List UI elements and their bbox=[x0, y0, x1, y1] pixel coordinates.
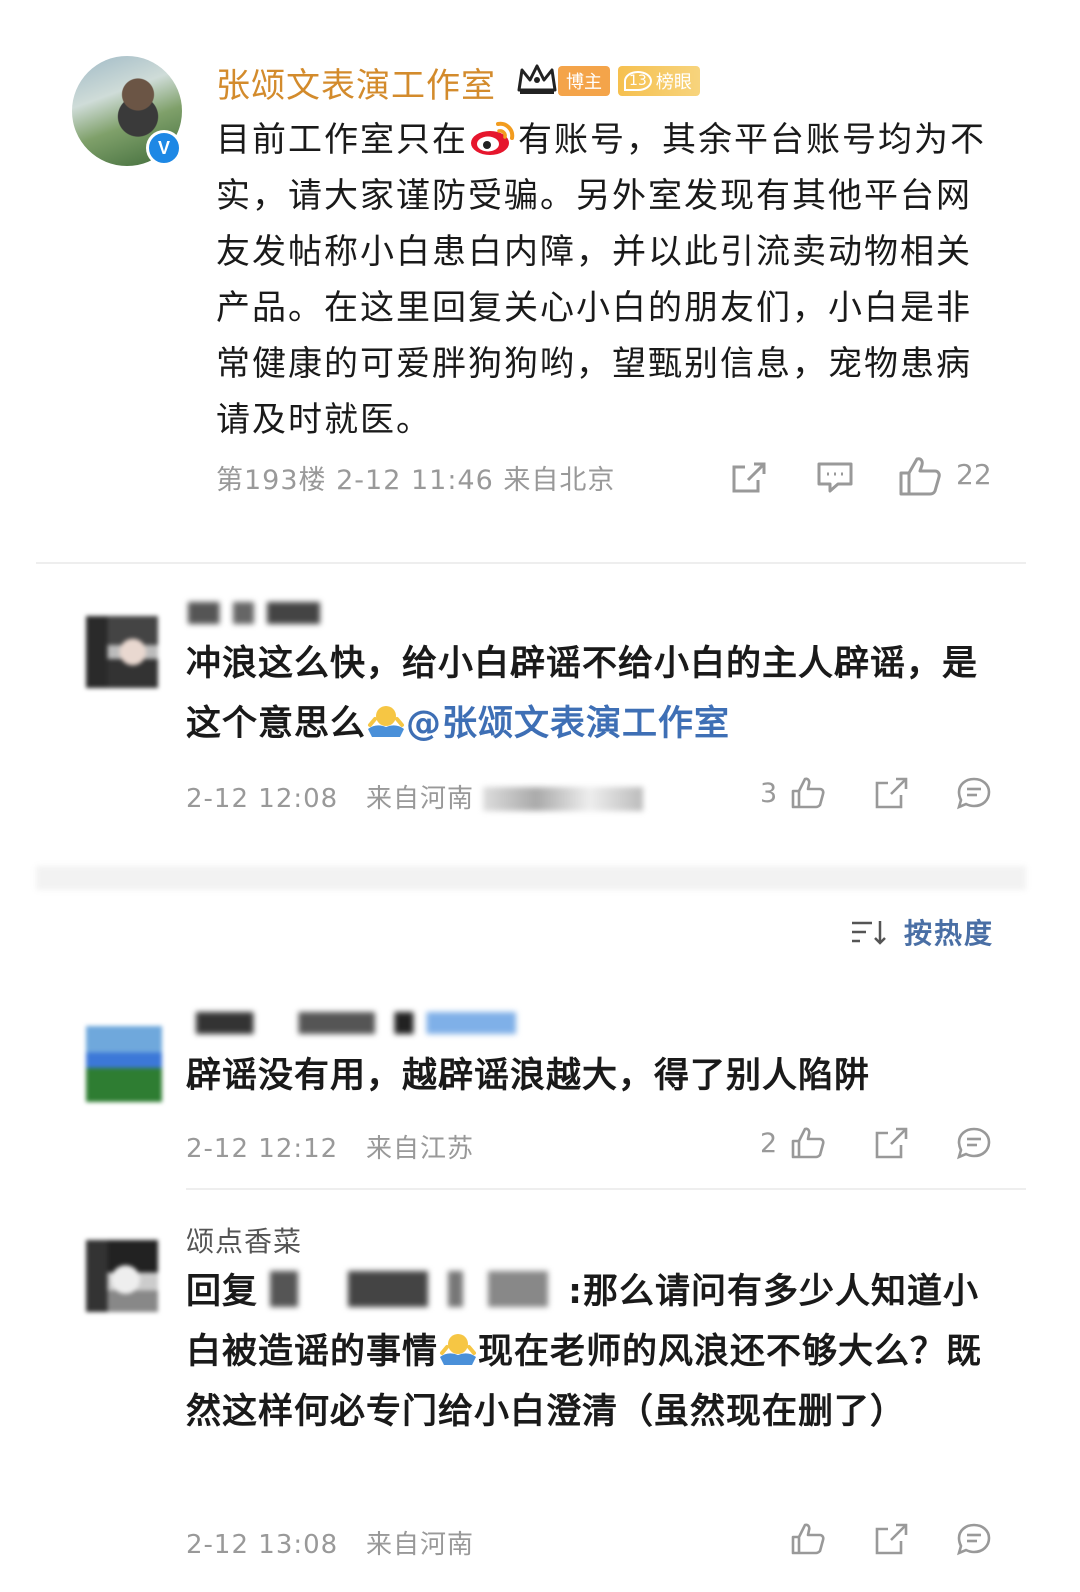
reply-text: 冲浪这么快，给小白辟谣不给小白的主人辟谣，是这个意思么 @张颂文表演工作室 bbox=[186, 634, 1006, 754]
comment-username-blurred[interactable] bbox=[196, 1012, 516, 1034]
share-icon[interactable] bbox=[730, 460, 768, 494]
comment-icon[interactable] bbox=[816, 460, 854, 494]
comment-meta: 2-12 12:12 来自江苏 bbox=[186, 1128, 474, 1165]
comment-text: 辟谣没有用，越辟谣浪越大，得了别人陷阱 bbox=[186, 1056, 871, 1096]
verified-badge-icon: V bbox=[146, 130, 182, 166]
comment-icon[interactable] bbox=[956, 776, 992, 810]
rank-number: 13 bbox=[624, 71, 652, 91]
post-text-part1: 目前工作室只在 bbox=[216, 120, 468, 160]
comment-username[interactable]: 颂点香菜 bbox=[186, 1220, 302, 1260]
like-icon[interactable] bbox=[790, 1126, 826, 1160]
rank-label: 榜眼 bbox=[655, 72, 692, 93]
comment-location: 来自江苏 bbox=[366, 1134, 475, 1164]
share-icon[interactable] bbox=[874, 1126, 910, 1160]
reply-avatar[interactable] bbox=[86, 616, 158, 688]
weibo-logo bbox=[471, 121, 515, 155]
comment-icon[interactable] bbox=[956, 1522, 992, 1556]
post-body: 目前工作室只在 有账号，其余平台账号均为不实，请大家谨防受骗。另外室发现有其他平… bbox=[216, 112, 1006, 448]
post-text-part2: 有账号，其余平台账号均为不实，请大家谨防受骗。另外室发现有其他平台网友发帖称小白… bbox=[216, 120, 986, 440]
shrug-emoji bbox=[440, 1334, 477, 1365]
comment-icon[interactable] bbox=[956, 1126, 992, 1160]
post-author-name[interactable]: 张颂文表演工作室 bbox=[216, 58, 496, 107]
divider bbox=[186, 1188, 1026, 1190]
comment-meta: 2-12 13:08 来自河南 bbox=[186, 1524, 474, 1561]
blurred-reply-target bbox=[258, 1271, 569, 1307]
comment-like-count: 2 bbox=[760, 1128, 778, 1159]
like-icon[interactable] bbox=[790, 776, 826, 810]
share-icon[interactable] bbox=[874, 776, 910, 810]
comment-text: 回复:那么请问有多少人知道小白被造谣的事情 现在老师的风浪还不够大么？既然这样何… bbox=[186, 1262, 1006, 1442]
rank-tag: 13 榜眼 bbox=[618, 66, 700, 96]
sort-toggle[interactable]: 按热度 bbox=[850, 912, 994, 952]
crown-icon bbox=[517, 64, 557, 94]
reply-like-count: 3 bbox=[760, 778, 778, 809]
like-icon[interactable] bbox=[898, 455, 942, 497]
post-like-count: 22 bbox=[956, 458, 992, 491]
mention-link[interactable]: @张颂文表演工作室 bbox=[406, 704, 730, 744]
reply-prefix: 回复 bbox=[186, 1272, 259, 1312]
reply-meta: 2-12 12:08 来自河南 bbox=[186, 778, 644, 815]
comment-location: 来自河南 bbox=[366, 1530, 475, 1560]
blogger-tag: 博主 bbox=[558, 66, 610, 96]
comment-time: 2-12 13:08 bbox=[186, 1530, 339, 1560]
like-icon[interactable] bbox=[790, 1522, 826, 1556]
shrug-emoji bbox=[368, 706, 405, 737]
comment-time: 2-12 12:12 bbox=[186, 1134, 339, 1164]
reply-time: 2-12 12:08 bbox=[186, 784, 339, 814]
sort-icon bbox=[851, 921, 886, 945]
sort-label[interactable]: 按热度 bbox=[904, 912, 994, 952]
share-icon[interactable] bbox=[874, 1522, 910, 1556]
reply-location: 来自河南 bbox=[366, 784, 475, 814]
comment-avatar[interactable] bbox=[86, 1026, 162, 1102]
reply-username-blurred[interactable] bbox=[188, 602, 320, 624]
section-separator bbox=[36, 866, 1026, 890]
blurred-device-info bbox=[483, 787, 644, 811]
comment-avatar[interactable] bbox=[86, 1240, 158, 1312]
post-meta: 第193楼 2-12 11:46 来自北京 bbox=[216, 465, 616, 496]
divider bbox=[36, 562, 1026, 564]
